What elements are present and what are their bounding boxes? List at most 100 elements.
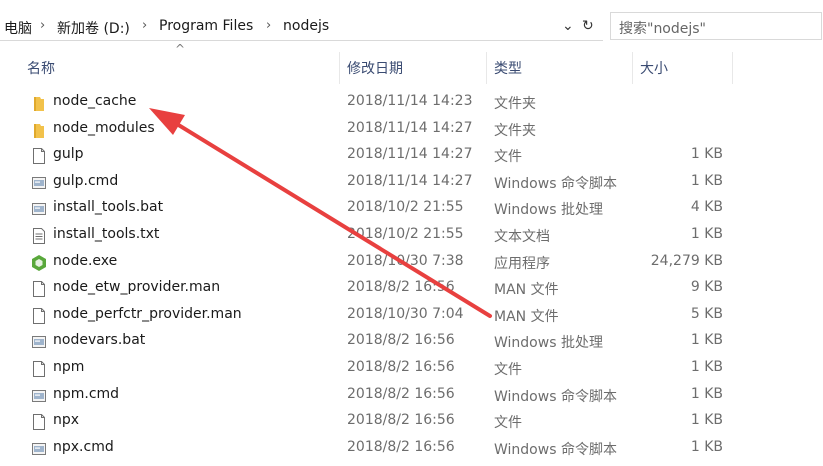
folder-icon xyxy=(31,94,47,112)
file-type: 文件 xyxy=(494,415,522,432)
file-row[interactable]: node_perfctr_provider.man 2018/10/30 7:04… xyxy=(0,303,823,329)
file-name: install_tools.txt xyxy=(53,226,160,242)
file-type: MAN 文件 xyxy=(494,282,559,299)
column-header-date[interactable]: 修改日期 xyxy=(347,58,403,82)
file-name: node_modules xyxy=(53,119,155,136)
file-modified-date: 2018/11/14 14:27 xyxy=(347,172,473,189)
file-row[interactable]: install_tools.bat 2018/10/2 21:55 Windows … xyxy=(0,196,823,222)
file-modified-date: 2018/10/30 7:38 xyxy=(347,252,464,269)
script-icon xyxy=(31,440,47,458)
file-modified-date: 2018/11/14 14:27 xyxy=(347,119,473,136)
file-size: 9 KB xyxy=(690,279,723,296)
file-row[interactable]: install_tools.txt 2018/10/2 21:55 文本文档 1 KB xyxy=(0,223,823,249)
file-name: gulp.cmd xyxy=(53,172,119,189)
column-header-size[interactable]: 大小 xyxy=(640,58,668,82)
file-row[interactable]: npx.cmd 2018/8/2 16:56 Windows 命令脚本 1 KB xyxy=(0,436,823,462)
breadcrumb-nodejs[interactable]: nodejs xyxy=(283,18,329,34)
column-header-name[interactable]: 名称 xyxy=(27,58,55,82)
breadcrumb-this-pc[interactable]: 电脑 xyxy=(4,18,32,38)
file-modified-date: 2018/8/2 16:56 xyxy=(347,385,455,402)
script-icon xyxy=(31,200,47,218)
file-type: Windows 命令脚本 xyxy=(494,388,617,405)
file-size: 1 KB xyxy=(690,438,723,455)
file-type: 文件夹 xyxy=(494,96,536,112)
folder-icon xyxy=(31,121,47,139)
refresh-icon[interactable]: ↻ xyxy=(582,18,594,34)
explorer-top-bar: 电脑 › 新加卷 (D:) › Program Files › nodejs ⌄… xyxy=(0,0,823,50)
file-type: Windows 批处理 xyxy=(494,202,603,219)
file-name: node_perfctr_provider.man xyxy=(53,305,242,322)
text-file-icon xyxy=(31,227,47,245)
file-icon xyxy=(31,307,47,325)
file-type: Windows 命令脚本 xyxy=(494,175,617,192)
file-name: install_tools.bat xyxy=(53,199,164,216)
file-row[interactable]: gulp.cmd 2018/11/14 14:27 Windows 命令脚本 1 KB xyxy=(0,170,823,196)
file-type: 文本文档 xyxy=(494,229,550,245)
file-size: 1 KB xyxy=(690,226,723,242)
file-row[interactable]: gulp 2018/11/14 14:27 文件 1 KB xyxy=(0,143,823,169)
file-row[interactable]: node.exe 2018/10/30 7:38 应用程序 24,279 KB xyxy=(0,250,823,276)
column-header-type[interactable]: 类型 xyxy=(494,58,522,82)
file-modified-date: 2018/8/2 16:56 xyxy=(347,332,455,349)
file-size: 5 KB xyxy=(690,305,723,322)
script-icon xyxy=(31,333,47,351)
file-modified-date: 2018/8/2 16:56 xyxy=(347,359,455,375)
file-type: 文件夹 xyxy=(494,122,536,139)
file-row[interactable]: npx 2018/8/2 16:56 文件 1 KB xyxy=(0,409,823,435)
file-name: node_cache xyxy=(53,93,137,109)
address-bar[interactable]: 电脑 › 新加卷 (D:) › Program Files › nodejs ⌄… xyxy=(0,12,603,41)
breadcrumb-chevron-icon[interactable]: › xyxy=(40,18,45,33)
column-divider[interactable] xyxy=(486,52,487,84)
search-box[interactable]: 搜索"nodejs" xyxy=(610,12,822,40)
sort-ascending-icon: ^ xyxy=(175,42,186,56)
file-name: nodevars.bat xyxy=(53,332,146,349)
file-modified-date: 2018/8/2 16:56 xyxy=(347,412,455,429)
file-name: npm.cmd xyxy=(53,385,120,402)
file-name: node_etw_provider.man xyxy=(53,279,221,296)
file-modified-date: 2018/11/14 14:23 xyxy=(347,93,473,109)
file-row[interactable]: nodevars.bat 2018/8/2 16:56 Windows 批处理 1 K… xyxy=(0,329,823,355)
file-name: npm xyxy=(53,359,85,375)
file-type: 应用程序 xyxy=(494,255,550,272)
file-icon xyxy=(31,413,47,431)
file-size: 4 KB xyxy=(690,199,723,216)
file-name: gulp xyxy=(53,146,84,163)
file-size: 24,279 KB xyxy=(650,252,723,269)
breadcrumb-chevron-icon[interactable]: › xyxy=(266,18,271,33)
file-name: npx.cmd xyxy=(53,438,114,455)
file-icon xyxy=(31,280,47,298)
file-type: Windows 命令脚本 xyxy=(494,441,617,458)
file-size: 1 KB xyxy=(690,332,723,349)
column-divider[interactable] xyxy=(339,52,340,84)
file-row[interactable]: node_modules 2018/11/14 14:27 文件夹 xyxy=(0,117,823,143)
file-row[interactable]: npm 2018/8/2 16:56 文件 1 KB xyxy=(0,356,823,382)
file-modified-date: 2018/11/14 14:27 xyxy=(347,146,473,163)
file-size: 1 KB xyxy=(690,359,723,375)
file-name: node.exe xyxy=(53,252,118,269)
file-size: 1 KB xyxy=(690,385,723,402)
address-dropdown-icon[interactable]: ⌄ xyxy=(562,18,574,34)
breadcrumb-program-files[interactable]: Program Files xyxy=(159,18,253,34)
file-row[interactable]: node_etw_provider.man 2018/8/2 16:56 MAN 文… xyxy=(0,276,823,302)
column-divider[interactable] xyxy=(732,52,733,84)
breadcrumb-chevron-icon[interactable]: › xyxy=(142,18,147,33)
file-type: Windows 批处理 xyxy=(494,335,603,352)
file-type: 文件 xyxy=(494,149,522,166)
file-type: MAN 文件 xyxy=(494,308,559,325)
file-modified-date: 2018/8/2 16:56 xyxy=(347,279,455,296)
breadcrumb-drive[interactable]: 新加卷 (D:) xyxy=(57,18,130,38)
nodejs-app-icon xyxy=(31,254,47,272)
script-icon xyxy=(31,174,47,192)
file-type: 文件 xyxy=(494,362,522,378)
column-divider[interactable] xyxy=(632,52,633,84)
file-modified-date: 2018/10/2 21:55 xyxy=(347,199,464,216)
file-row[interactable]: node_cache 2018/11/14 14:23 文件夹 xyxy=(0,90,823,116)
file-icon xyxy=(31,147,47,165)
file-modified-date: 2018/8/2 16:56 xyxy=(347,438,455,455)
file-modified-date: 2018/10/30 7:04 xyxy=(347,305,464,322)
file-icon xyxy=(31,360,47,378)
file-row[interactable]: npm.cmd 2018/8/2 16:56 Windows 命令脚本 1 KB xyxy=(0,383,823,409)
file-size: 1 KB xyxy=(690,146,723,163)
file-size: 1 KB xyxy=(690,412,723,429)
script-icon xyxy=(31,387,47,405)
